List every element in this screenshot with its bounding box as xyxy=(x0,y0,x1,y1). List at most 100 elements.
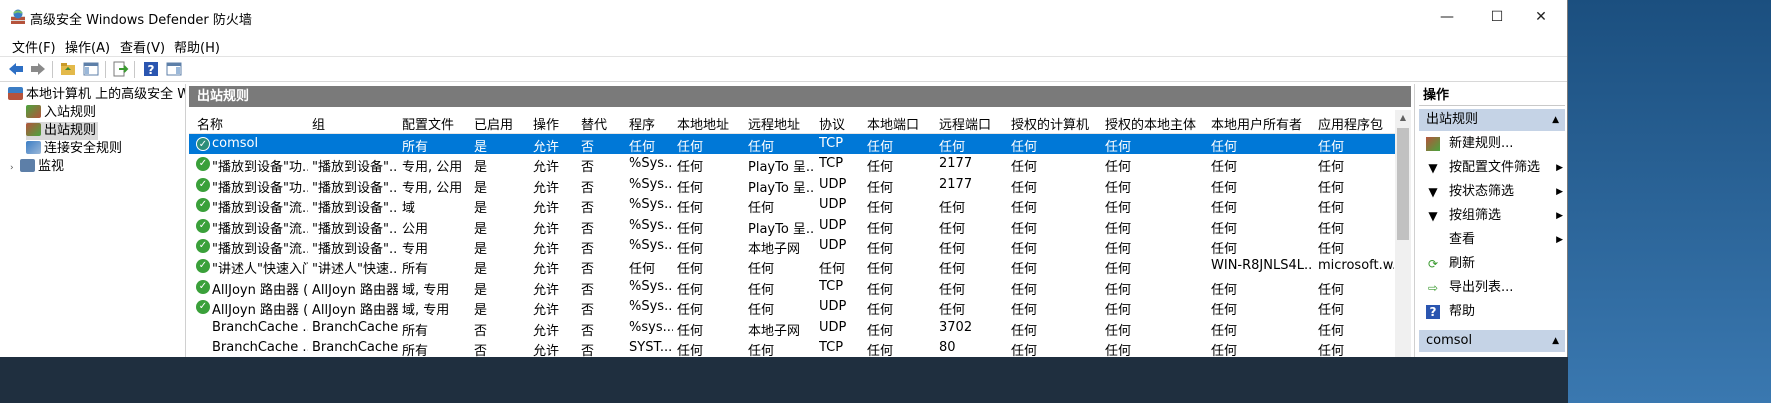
cell-name: BranchCache ... xyxy=(212,319,308,335)
menu-file[interactable]: 文件(F) xyxy=(12,37,56,56)
menu-bar: 文件(F) 操作(A) 查看(V) 帮助(H) xyxy=(0,34,1567,56)
column-header-local-port[interactable]: 本地端口 xyxy=(867,114,919,133)
cell-local-user-owner: 任何 xyxy=(1211,242,1238,257)
cell-override: 否 xyxy=(581,140,595,155)
title-bar[interactable]: 高级安全 Windows Defender 防火墙 — ☐ ✕ xyxy=(0,0,1567,34)
table-row[interactable]: BranchCache ... BranchCache... 所有 否 允许 否 SYST.… xyxy=(189,338,1395,357)
tree-item-outbound-rules[interactable]: 出站规则 xyxy=(26,122,98,140)
cell-protocol: 任何 xyxy=(819,262,846,278)
export-list-icon[interactable] xyxy=(111,60,129,78)
collapse-caret-icon[interactable]: ▲ xyxy=(1552,109,1559,131)
column-header-authorized-computers[interactable]: 授权的计算机 xyxy=(1011,114,1089,133)
table-row[interactable]: ✓ "播放到设备"功... "播放到设备"... 专用, 公用是允许否 %Sys... 任… xyxy=(189,154,1395,176)
cell-protocol: TCP xyxy=(819,156,844,172)
column-header-name[interactable]: 名称 xyxy=(197,114,223,133)
expand-chevron-icon[interactable]: › xyxy=(10,159,20,177)
column-header-override[interactable]: 替代 xyxy=(581,114,607,133)
cell-enabled: 是 xyxy=(474,201,488,217)
table-row[interactable]: ✓AllJoyn 路由器 (...AllJoyn 路由器域, 专用 是 允许 否 %Sy… xyxy=(189,297,1395,319)
actions-section-outbound-rules[interactable]: 出站规则 ▲ xyxy=(1419,109,1565,131)
column-header-program[interactable]: 程序 xyxy=(629,114,655,133)
cell-profile: 域, 专用 xyxy=(402,282,450,298)
table-row[interactable]: ✓ "播放到设备"功... "播放到设备"... 专用, 公用是允许否 %Sys... 任… xyxy=(189,175,1395,196)
vertical-scrollbar[interactable]: ▲ xyxy=(1395,110,1411,357)
cell-local-user-owner: 任何 xyxy=(1211,344,1238,357)
column-header-local-user-owner[interactable]: 本地用户所有者 xyxy=(1211,114,1302,133)
scrollbar-thumb[interactable] xyxy=(1397,128,1409,240)
cell-local-user-owner: 任何 xyxy=(1211,160,1238,176)
cell-local-address: 任何 xyxy=(677,160,704,176)
tree-root[interactable]: 本地计算机 上的高级安全 Windows Defender 防火墙 xyxy=(8,86,185,104)
column-header-application-package[interactable]: 应用程序包 xyxy=(1318,114,1383,133)
table-row[interactable]: ✓ "播放到设备"流... "播放到设备"... 域是允许否 %Sys... 任何 任何 UD… xyxy=(189,195,1395,217)
tree-item-connection-security-rules[interactable]: 连接安全规则 xyxy=(26,140,122,158)
action-filter-by-group[interactable]: ▼ 按组筛选 ▶ xyxy=(1419,204,1565,228)
show-hide-action-pane-icon[interactable] xyxy=(165,60,183,78)
menu-view[interactable]: 查看(V) xyxy=(120,37,165,56)
desktop-background-bottom xyxy=(0,357,1568,403)
cell-authorized-local-principals: 任何 xyxy=(1105,221,1132,237)
tree-item-inbound-rules[interactable]: 入站规则 xyxy=(26,104,96,122)
cell-group: "播放到设备"... xyxy=(312,242,398,257)
cell-override: 否 xyxy=(581,160,595,176)
cell-local-address: 任何 xyxy=(677,344,704,357)
cell-profile: 专用, 公用 xyxy=(402,160,463,176)
cell-local-address: 任何 xyxy=(677,201,704,217)
menu-action[interactable]: 操作(A) xyxy=(65,37,110,56)
action-refresh[interactable]: ⟳ 刷新 xyxy=(1419,252,1565,276)
column-header-row: 名称 组 配置文件 已启用 操作 替代 程序 本地地址 远程地址 协议 本地端口 远程端口 授权的计算机… xyxy=(189,110,1395,134)
cell-local-port: 任何 xyxy=(867,323,894,339)
action-view[interactable]: 查看 ▶ xyxy=(1419,228,1565,252)
cell-application-package: 任何 xyxy=(1318,344,1345,357)
cell-authorized-computers: 任何 xyxy=(1011,221,1038,237)
column-header-profile[interactable]: 配置文件 xyxy=(402,114,454,133)
help-icon[interactable]: ? xyxy=(142,60,160,78)
column-header-group[interactable]: 组 xyxy=(312,114,325,133)
maximize-button[interactable]: ☐ xyxy=(1474,0,1520,34)
action-new-rule[interactable]: 新建规则... xyxy=(1419,132,1565,156)
minimize-button[interactable]: — xyxy=(1424,0,1470,34)
column-header-local-address[interactable]: 本地地址 xyxy=(677,114,729,133)
table-row[interactable]: BranchCache ...BranchCache...所有 否 允许 否 %sys.… xyxy=(189,318,1395,339)
forward-arrow-icon[interactable] xyxy=(29,60,47,78)
cell-profile: 域, 专用 xyxy=(402,303,450,319)
cell-authorized-local-principals: 任何 xyxy=(1105,282,1132,298)
table-row[interactable]: ✓ comsol 所有 是 允许 否 任何 任何 任何 TCP 任何 任何 任何 任何 任何 任何 xyxy=(189,134,1395,155)
window-title: 高级安全 Windows Defender 防火墙 xyxy=(30,13,252,28)
outbound-rules-icon xyxy=(26,123,41,136)
table-row[interactable]: ✓ "播放到设备"流... "播放到设备"... 公用是允许否 %Sys... 任何 Pla… xyxy=(189,216,1395,237)
menu-help[interactable]: 帮助(H) xyxy=(174,37,220,56)
cell-profile: 所有 xyxy=(402,140,429,155)
close-button[interactable]: ✕ xyxy=(1518,0,1564,34)
action-export-list[interactable]: ⇨ 导出列表... xyxy=(1419,276,1565,300)
column-header-action[interactable]: 操作 xyxy=(533,114,559,133)
cell-authorized-computers: 任何 xyxy=(1011,344,1038,357)
table-row[interactable]: ✓ "讲述人"快速入门 "讲述人"快速... 所有 是 允许 否 任何 任何 任何 任何 任何 任何 任何… xyxy=(189,256,1395,278)
scroll-up-arrow-icon[interactable]: ▲ xyxy=(1395,110,1411,126)
cell-override: 否 xyxy=(581,282,595,298)
cell-local-port: 任何 xyxy=(867,140,894,155)
action-filter-by-profile[interactable]: ▼ 按配置文件筛选 ▶ xyxy=(1419,156,1565,180)
table-row[interactable]: ✓AllJoyn 路由器 (...AllJoyn 路由器域, 专用 是 允许 否 %Sy… xyxy=(189,277,1395,298)
column-header-remote-address[interactable]: 远程地址 xyxy=(748,114,800,133)
cell-group: BranchCache... xyxy=(312,319,398,335)
show-hide-console-tree-icon[interactable] xyxy=(82,60,100,78)
toolbar-separator xyxy=(105,61,106,78)
monitoring-icon xyxy=(20,159,35,172)
cell-program: %Sys... xyxy=(629,156,673,172)
up-folder-icon[interactable] xyxy=(59,60,77,78)
collapse-caret-icon[interactable]: ▲ xyxy=(1552,330,1559,352)
table-row[interactable]: ✓ "播放到设备"流... "播放到设备"... 专用 是 允许 否 %Sys... 任何 本地子… xyxy=(189,236,1395,257)
column-header-authorized-local-principals[interactable]: 授权的本地主体 xyxy=(1105,114,1196,133)
tree-item-monitoring[interactable]: › 监视 xyxy=(10,158,64,176)
action-filter-by-state[interactable]: ▼ 按状态筛选 ▶ xyxy=(1419,180,1565,204)
column-header-protocol[interactable]: 协议 xyxy=(819,114,845,133)
cell-override: 否 xyxy=(581,344,595,357)
column-header-remote-port[interactable]: 远程端口 xyxy=(939,114,991,133)
back-arrow-icon[interactable] xyxy=(7,60,25,78)
action-help[interactable]: ? 帮助 xyxy=(1419,300,1565,324)
cell-remote-port: 任何 xyxy=(939,201,966,217)
actions-section-selected-rule[interactable]: comsol ▲ xyxy=(1419,330,1565,352)
column-header-enabled[interactable]: 已启用 xyxy=(474,114,513,133)
cell-local-address: 任何 xyxy=(677,303,704,319)
